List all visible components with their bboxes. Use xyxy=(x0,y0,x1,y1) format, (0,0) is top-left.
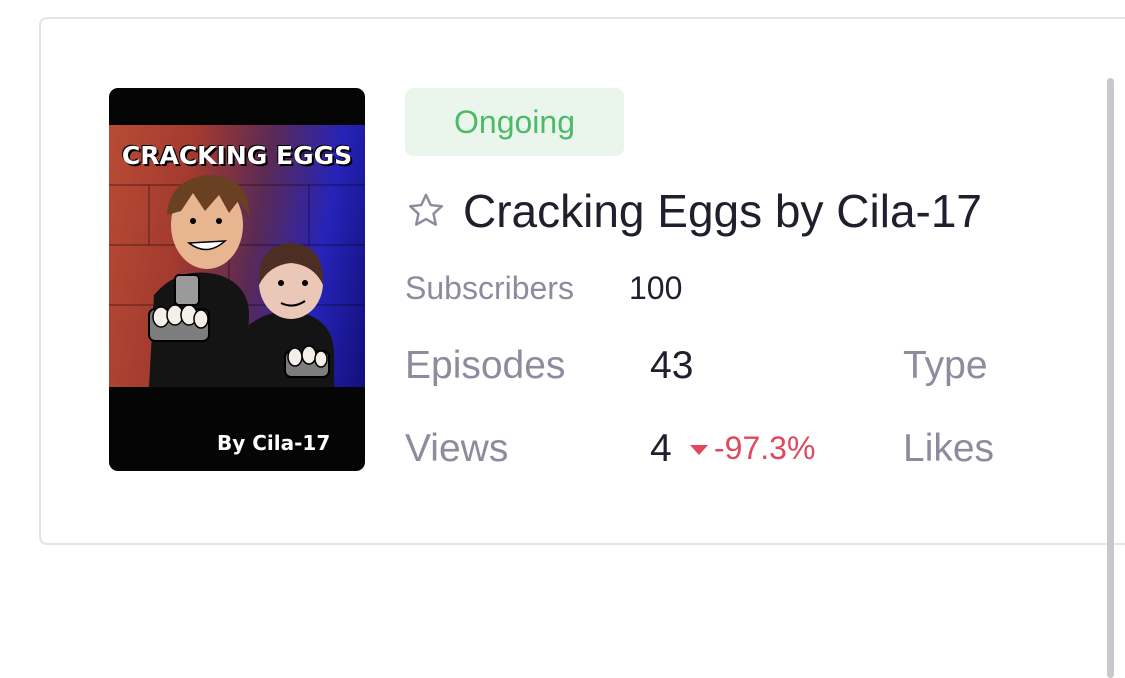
series-title-row: Cracking Eggs by Cila-17 xyxy=(405,183,982,239)
series-title[interactable]: Cracking Eggs by Cila-17 xyxy=(463,184,982,238)
subscribers-label: Subscribers xyxy=(405,270,574,306)
star-outline-icon[interactable] xyxy=(405,190,447,232)
views-delta-value: -97.3% xyxy=(714,430,816,466)
views-label: Views xyxy=(405,427,509,470)
cover-title-text: CRACKING EGGS xyxy=(121,141,353,170)
views-value: 4 xyxy=(650,427,672,470)
views-delta: -97.3% xyxy=(690,430,815,467)
vertical-scrollbar[interactable] xyxy=(1107,78,1114,678)
series-cover-image[interactable]: CRACKING EGGS By Cila-17 xyxy=(109,88,365,471)
cover-byline-text: By Cila-17 xyxy=(217,431,331,455)
type-label: Type xyxy=(903,344,988,387)
episodes-value: 43 xyxy=(650,344,694,387)
status-badge: Ongoing xyxy=(405,88,624,156)
subscribers-value: 100 xyxy=(629,270,683,306)
likes-label: Likes xyxy=(903,427,995,470)
episodes-label: Episodes xyxy=(405,344,566,387)
caret-down-icon xyxy=(690,444,708,455)
